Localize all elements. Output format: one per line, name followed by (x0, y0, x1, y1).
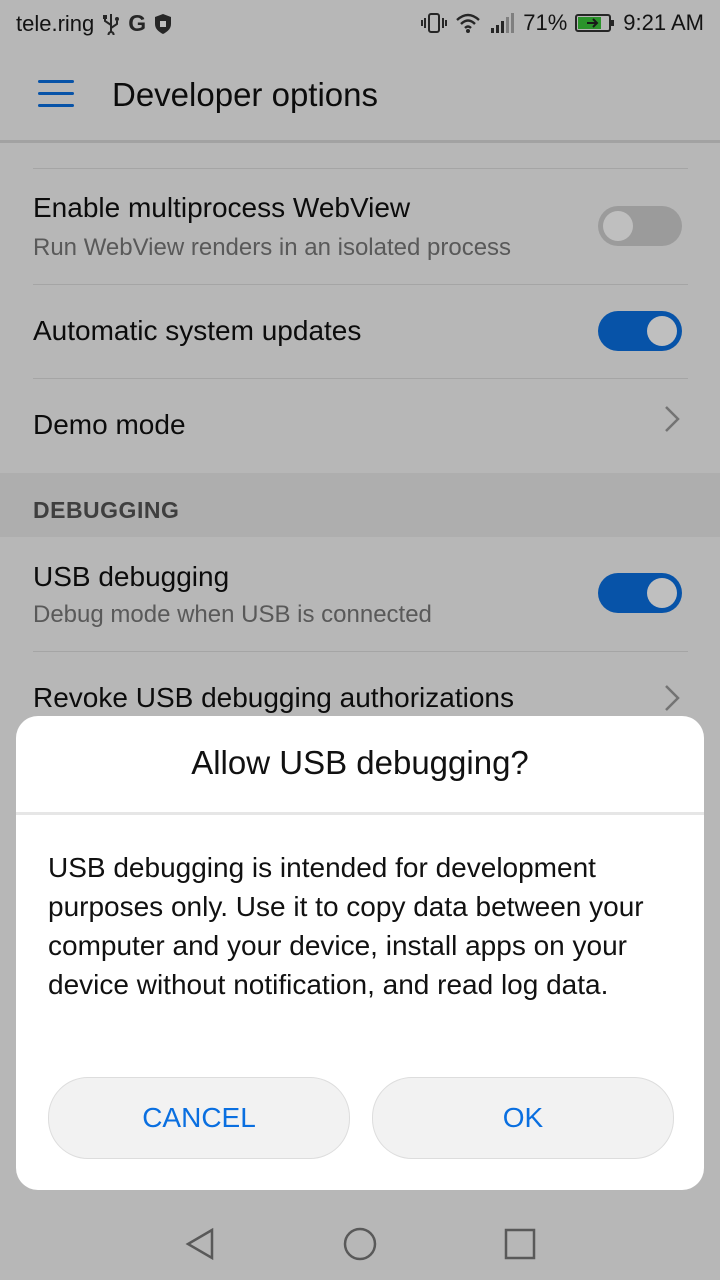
usb-debugging-dialog: Allow USB debugging? USB debugging is in… (16, 716, 704, 1190)
dialog-divider (16, 812, 704, 815)
dialog-title: Allow USB debugging? (191, 744, 529, 781)
ok-button[interactable]: OK (372, 1077, 674, 1159)
dialog-message: USB debugging is intended for developmen… (48, 852, 644, 1000)
cancel-button[interactable]: CANCEL (48, 1077, 350, 1159)
